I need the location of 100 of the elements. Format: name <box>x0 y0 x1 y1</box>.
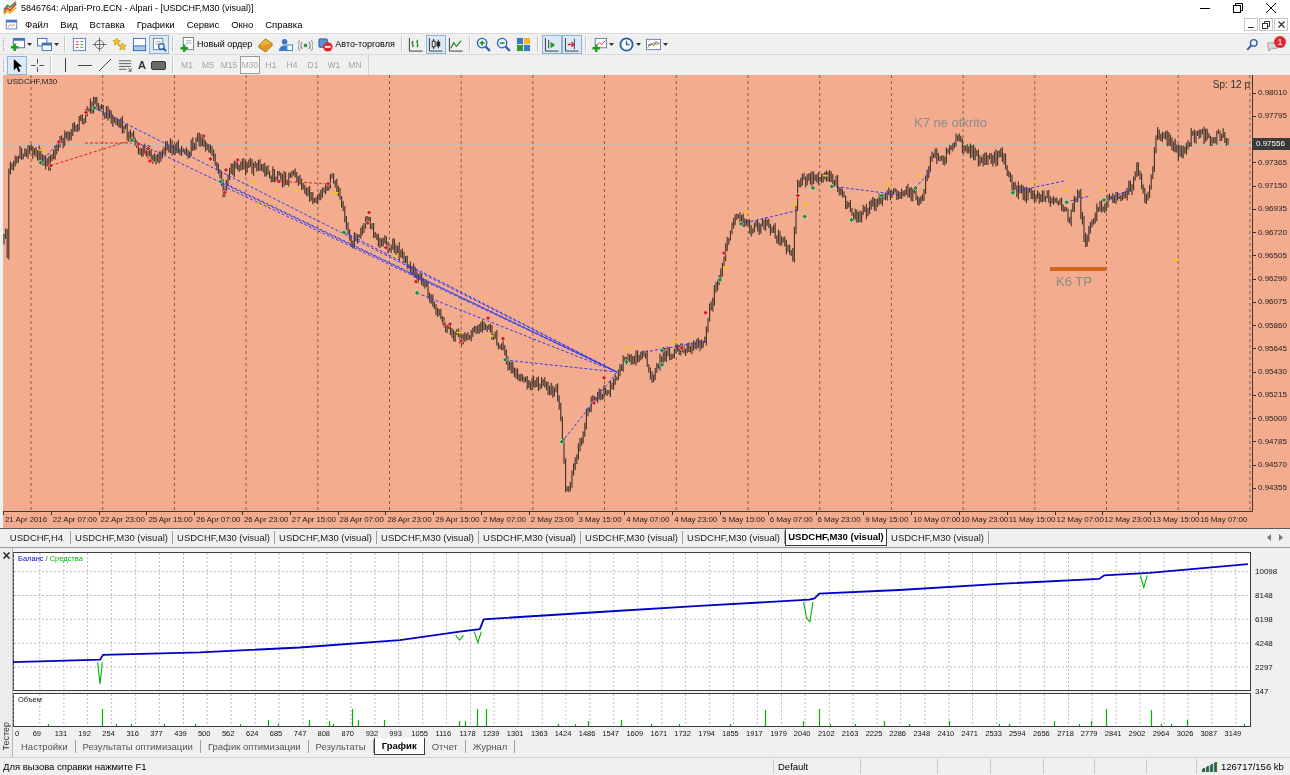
document-plus-icon <box>180 36 195 52</box>
time-label: 22 Apr 23:00 <box>98 512 145 524</box>
restore-button[interactable] <box>1259 18 1273 31</box>
status-hint: Для вызова справки нажмите F1 <box>2 761 148 772</box>
rounded-rectangle-icon <box>151 60 167 70</box>
chart-tab[interactable]: USDCHF,M30 (visual) <box>479 531 581 544</box>
candlestick-icon <box>428 36 444 52</box>
caret-icon <box>609 42 615 46</box>
close-icon <box>1277 21 1285 28</box>
time-label: 26 Apr 07:00 <box>194 512 241 524</box>
chart-tab[interactable]: USDCHF,M30 (visual) <box>581 531 683 544</box>
menu-item[interactable]: Вид <box>54 17 84 32</box>
scroll-right-button[interactable] <box>1277 532 1285 543</box>
chart-shift-button[interactable] <box>561 34 582 54</box>
restore-icon <box>1262 20 1270 29</box>
price-label: 0.95000 <box>1253 414 1287 423</box>
time-label: 21 Apr 2016 <box>3 512 48 524</box>
stars-icon <box>111 36 127 52</box>
chart-tab[interactable]: USDCHF,M30 (visual) <box>377 531 479 544</box>
data-window-button[interactable] <box>89 34 109 54</box>
window-plus-icon <box>9 36 25 52</box>
crosshair-icon <box>91 36 107 52</box>
cursor-button[interactable] <box>7 55 27 75</box>
window-title: 5846764: Alpari-Pro.ECN - Alpari - [USDCHF,M30 (visual)] <box>21 3 254 13</box>
tester-tab[interactable]: Настройки <box>14 740 76 753</box>
caret-icon <box>26 42 32 46</box>
strategy-tester-button[interactable] <box>149 34 169 54</box>
y-tick-label: 2297 <box>1255 662 1273 672</box>
tester-tab[interactable]: Результаты оптимизации <box>75 740 201 753</box>
panel-icon <box>131 36 147 52</box>
windows-icon <box>36 36 52 52</box>
periods-button[interactable] <box>616 34 644 54</box>
current-price-tag: 0.97556 <box>1253 138 1290 150</box>
signal-bars-icon <box>1201 761 1218 772</box>
price-label: 0.98010 <box>1253 89 1287 97</box>
diagonal-line-icon <box>99 59 111 71</box>
arrow-left-icon <box>1267 534 1271 541</box>
menu-item[interactable]: Вставка <box>83 17 131 32</box>
close-button[interactable] <box>1 551 11 560</box>
menu-item[interactable]: Графики <box>130 17 181 32</box>
search-button[interactable] <box>1244 36 1260 52</box>
auto-trading-button[interactable]: Авто-торговля <box>315 34 398 54</box>
restore-icon <box>1232 3 1243 13</box>
time-label: 2 May 23:00 <box>528 512 574 524</box>
tester-tab[interactable]: Отчет <box>424 740 466 753</box>
time-label: 28 Apr 07:00 <box>337 512 384 524</box>
menu-item[interactable]: Файл <box>19 17 55 32</box>
time-label: 9 May 15:00 <box>863 512 909 524</box>
chart-tab[interactable]: USDCHF,M30 (visual) <box>173 531 275 544</box>
y-tick-label: 10098 <box>1255 567 1278 577</box>
scroll-left-button[interactable] <box>1265 532 1273 543</box>
caret-icon <box>636 42 642 46</box>
minimize-icon <box>1199 7 1210 9</box>
time-label: 6 May 23:00 <box>815 512 861 524</box>
new-order-button[interactable]: Новый ордер <box>177 34 256 54</box>
search-icon <box>1245 37 1259 51</box>
chart-tab[interactable]: USDCHF,M30 (visual) <box>275 531 377 544</box>
auto-scroll-button[interactable] <box>541 34 562 54</box>
chart-tab[interactable]: USDCHF,M30 (visual) <box>887 531 989 544</box>
candlestick-button[interactable] <box>425 34 446 54</box>
clock-icon <box>619 36 635 52</box>
no-entry-icon <box>318 36 334 52</box>
profile-name: Default <box>773 759 860 774</box>
chart-tab[interactable]: USDCHF,H4 <box>3 531 71 544</box>
time-label: 10 May 07:00 <box>911 512 961 524</box>
price-label: 0.94785 <box>1253 437 1287 446</box>
time-label: 12 May 07:00 <box>1054 512 1104 524</box>
arrow-right-icon <box>1279 534 1283 541</box>
traffic-counter: 126717/156 kb <box>1221 761 1284 772</box>
menu-item[interactable]: Сервис <box>180 17 226 32</box>
time-label: 4 May 07:00 <box>624 512 670 524</box>
price-label: 0.94570 <box>1253 461 1287 469</box>
y-tick-label: 6198 <box>1255 615 1273 625</box>
y-tick-label: 4248 <box>1255 639 1273 648</box>
tester-tab[interactable]: График <box>373 738 425 755</box>
person-icon <box>277 36 293 52</box>
time-label: 29 Apr 15:00 <box>433 512 480 524</box>
price-label: 0.96720 <box>1253 228 1287 237</box>
chart-tab[interactable]: USDCHF,M30 (visual) <box>785 529 887 546</box>
lines-icon <box>117 57 133 73</box>
chart-plus-icon <box>592 36 608 52</box>
chart-window-icon <box>646 36 662 52</box>
price-label: 0.96075 <box>1253 298 1287 307</box>
menu-item[interactable]: Справка <box>259 17 309 32</box>
text-tool-button[interactable]: A <box>135 55 149 75</box>
chart-shift-icon <box>564 36 580 52</box>
minimize-icon <box>1248 26 1254 28</box>
price-label: 0.97150 <box>1253 182 1287 190</box>
tester-tab[interactable]: График оптимизации <box>200 740 309 753</box>
tester-tab[interactable]: Результаты <box>308 740 374 753</box>
time-label: 27 Apr 15:00 <box>289 512 336 524</box>
notification-badge: 1 <box>1274 35 1286 48</box>
tester-tab[interactable]: Журнал <box>465 740 516 753</box>
line-chart-icon <box>448 36 464 52</box>
price-label: 0.96935 <box>1253 205 1287 214</box>
minimize-button[interactable] <box>1244 18 1258 31</box>
menu-item[interactable]: Окно <box>225 17 260 32</box>
bar-chart-icon <box>408 36 424 52</box>
diamond-icon <box>257 36 273 52</box>
chart-tab[interactable]: USDCHF,M30 (visual) <box>71 531 173 544</box>
